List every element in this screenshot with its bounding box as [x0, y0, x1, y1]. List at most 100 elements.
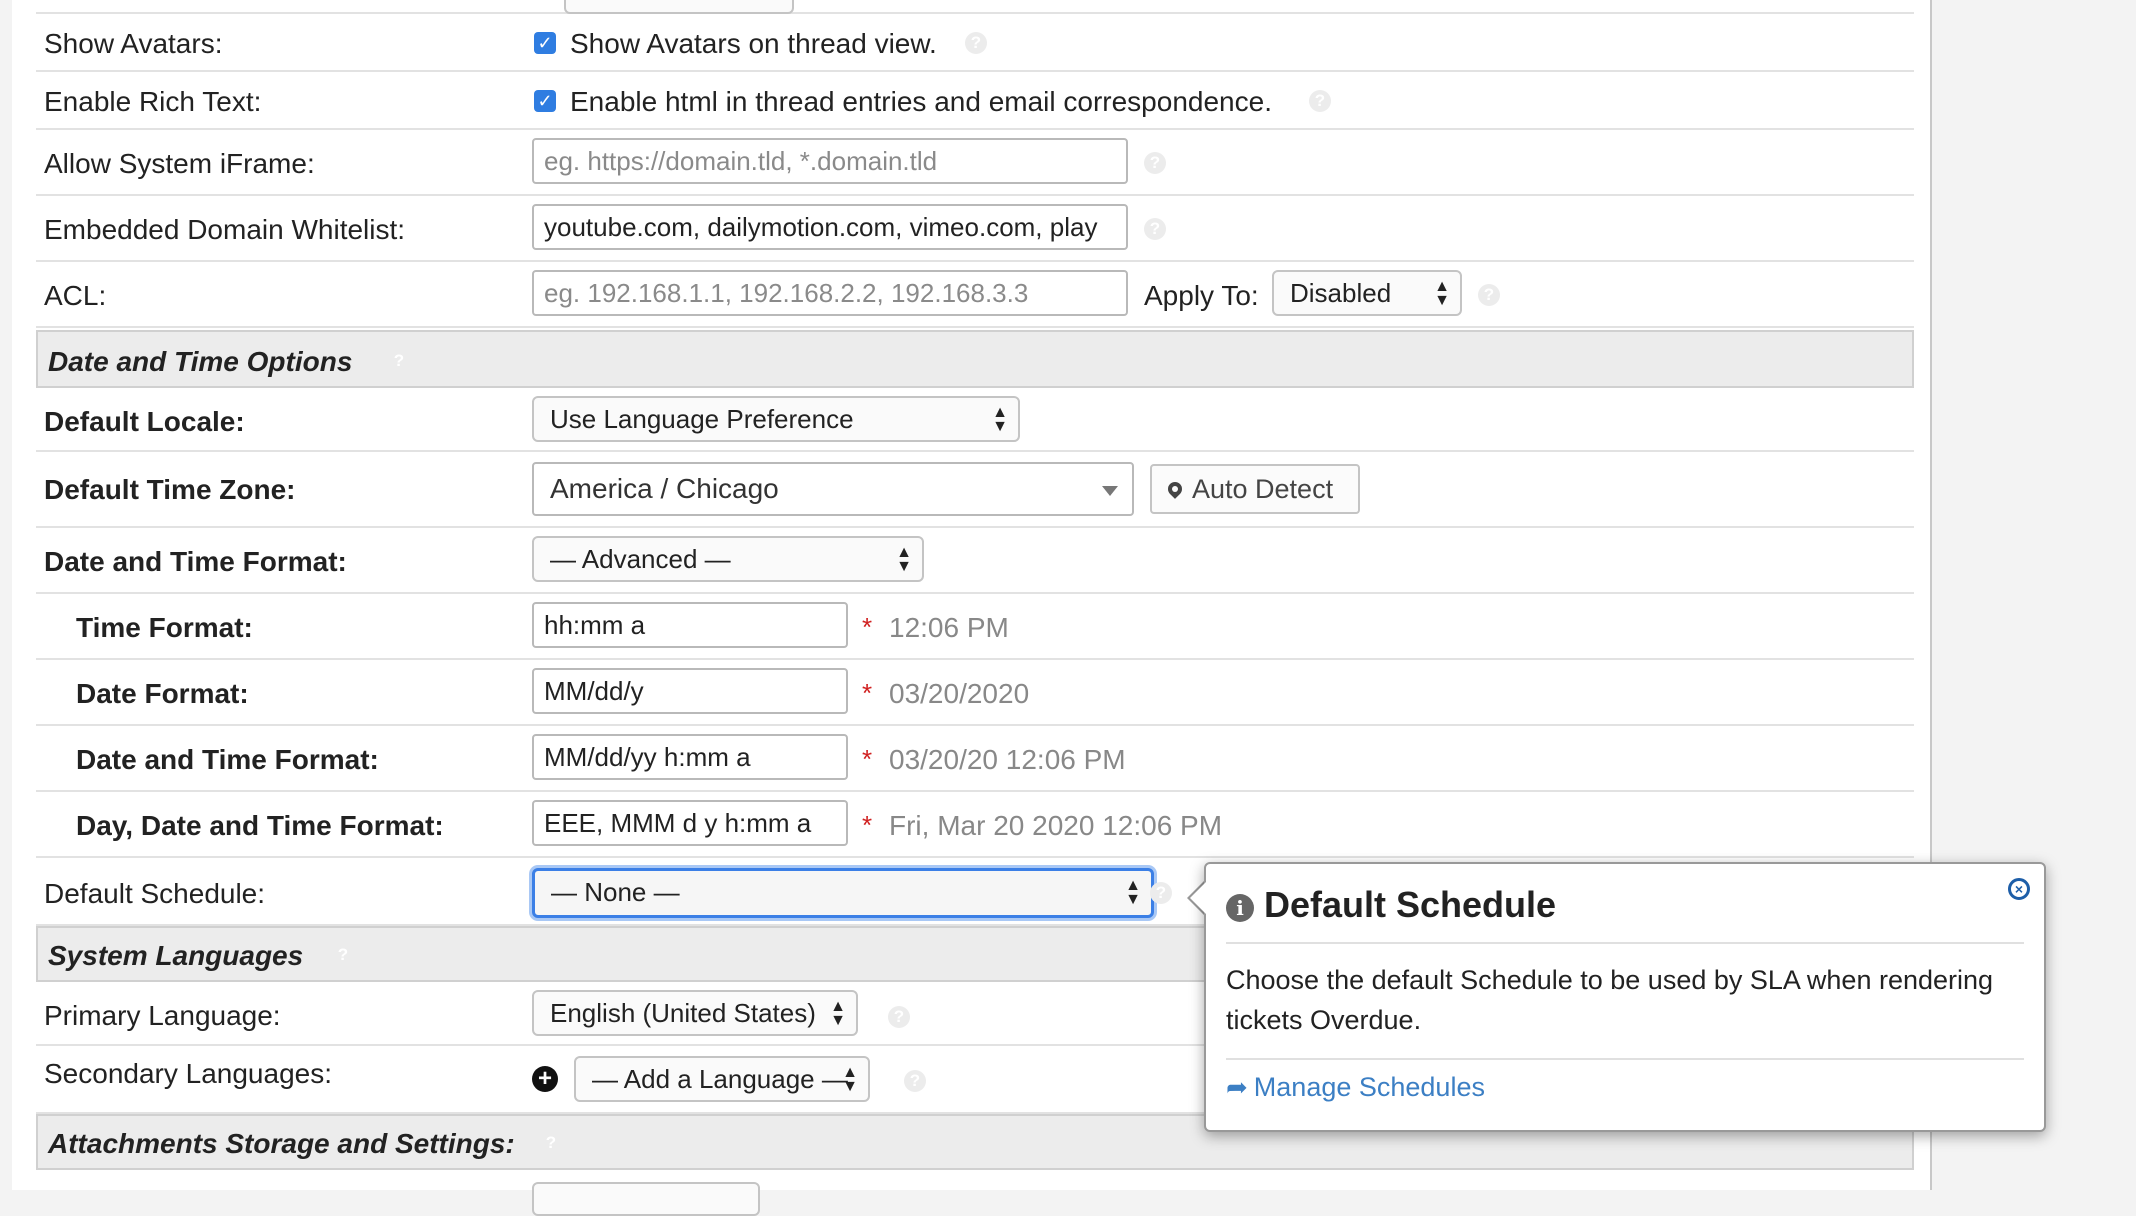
- locale-select[interactable]: Use Language Preference ▲ ▼: [532, 396, 1020, 442]
- primary-language-value: English (United States): [550, 998, 816, 1028]
- select-arrows-icon: ▲ ▼: [830, 998, 846, 1029]
- section-title: Date and Time Options: [48, 346, 353, 377]
- time-format-label: Time Format:: [76, 612, 253, 643]
- close-circle-icon[interactable]: ×: [2008, 878, 2030, 900]
- apply-to-value: Disabled: [1290, 278, 1392, 308]
- show-avatars-text: Show Avatars on thread view.: [570, 28, 937, 59]
- schedule-value: — None —: [551, 877, 680, 907]
- apply-to-select[interactable]: Disabled ▲ ▼: [1272, 270, 1462, 316]
- partial-select[interactable]: [564, 0, 794, 14]
- timezone-value: America / Chicago: [550, 473, 779, 504]
- table-row: Default Time Zone: America / Chicago Aut…: [36, 452, 1914, 528]
- help-icon[interactable]: ?: [540, 1132, 562, 1154]
- table-row: Day, Date and Time Format: EEE, MMM d y …: [36, 792, 1914, 858]
- manage-schedules-label: Manage Schedules: [1253, 1072, 1485, 1102]
- whitelist-input[interactable]: youtube.com, dailymotion.com, vimeo.com,…: [532, 204, 1128, 250]
- timezone-label: Default Time Zone:: [44, 474, 296, 505]
- map-marker-icon: [1168, 482, 1182, 500]
- table-row: ACL: eg. 192.168.1.1, 192.168.2.2, 192.1…: [36, 262, 1914, 328]
- required-mark: *: [862, 744, 873, 774]
- datetime-sub-format-input[interactable]: MM/dd/yy h:mm a: [532, 734, 848, 780]
- schedule-label: Default Schedule:: [44, 878, 266, 909]
- primary-language-label: Primary Language:: [44, 1000, 281, 1031]
- time-format-input[interactable]: hh:mm a: [532, 602, 848, 648]
- required-mark: *: [862, 678, 873, 708]
- table-row: Time Format: hh:mm a * 12:06 PM: [36, 594, 1914, 660]
- locale-value: Use Language Preference: [550, 404, 854, 434]
- table-row: Date Format: MM/dd/y * 03/20/2020: [36, 660, 1914, 726]
- rich-text-text: Enable html in thread entries and email …: [570, 86, 1272, 117]
- help-icon[interactable]: ?: [1478, 284, 1500, 306]
- select-arrows-icon: ▲ ▼: [1125, 877, 1141, 908]
- help-icon[interactable]: ?: [965, 32, 987, 54]
- select-arrows-icon: ▲ ▼: [842, 1064, 858, 1095]
- iframe-label: Allow System iFrame:: [44, 148, 315, 179]
- datetime-format-value: — Advanced —: [550, 544, 731, 574]
- schedule-select[interactable]: — None — ▲ ▼: [532, 868, 1154, 918]
- datetime-sub-format-label: Date and Time Format:: [76, 744, 379, 775]
- secondary-language-select[interactable]: — Add a Language — ▲ ▼: [574, 1056, 870, 1102]
- help-icon[interactable]: ?: [1150, 882, 1172, 904]
- divider: [1226, 1058, 2024, 1060]
- locale-label: Default Locale:: [44, 406, 245, 437]
- secondary-language-value: — Add a Language —: [592, 1064, 848, 1094]
- table-row: Date and Time Format: MM/dd/yy h:mm a * …: [36, 726, 1914, 792]
- datetime-format-label: Date and Time Format:: [44, 546, 347, 577]
- table-row: Embedded Domain Whitelist: youtube.com, …: [36, 196, 1914, 262]
- datetime-format-select[interactable]: — Advanced — ▲ ▼: [532, 536, 924, 582]
- date-format-preview: 03/20/2020: [889, 678, 1030, 709]
- auto-detect-button[interactable]: Auto Detect: [1150, 464, 1360, 514]
- primary-language-select[interactable]: English (United States) ▲ ▼: [532, 990, 858, 1036]
- help-icon[interactable]: ?: [888, 1006, 910, 1028]
- day-datetime-format-label: Day, Date and Time Format:: [76, 810, 444, 841]
- time-format-preview: 12:06 PM: [889, 612, 1009, 643]
- acl-input[interactable]: eg. 192.168.1.1, 192.168.2.2, 192.168.3.…: [532, 270, 1128, 316]
- help-icon[interactable]: ?: [1309, 90, 1331, 112]
- table-row: Date and Time Format: — Advanced — ▲ ▼: [36, 528, 1914, 594]
- select-arrows-icon: ▲ ▼: [992, 404, 1008, 435]
- table-row: Default Locale: Use Language Preference …: [36, 388, 1914, 452]
- help-icon[interactable]: ?: [1144, 152, 1166, 174]
- popup-title-text: Default Schedule: [1264, 884, 1557, 925]
- table-row-partial-bottom: [36, 1170, 1914, 1216]
- auto-detect-label: Auto Detect: [1192, 474, 1334, 504]
- acl-label: ACL:: [44, 280, 107, 311]
- table-row: Enable Rich Text: ✓ Enable html in threa…: [36, 72, 1914, 130]
- table-row: Allow System iFrame: eg. https://domain.…: [36, 130, 1914, 196]
- date-format-input[interactable]: MM/dd/y: [532, 668, 848, 714]
- section-header-date-time: Date and Time Options ?: [36, 330, 1914, 388]
- help-icon[interactable]: ?: [1144, 218, 1166, 240]
- secondary-languages-label: Secondary Languages:: [44, 1058, 332, 1089]
- help-icon[interactable]: ?: [904, 1070, 926, 1092]
- help-icon[interactable]: ?: [388, 350, 410, 372]
- table-row-partial-top: [36, 0, 1914, 14]
- required-mark: *: [862, 810, 873, 840]
- apply-to-label: Apply To:: [1144, 280, 1259, 311]
- popup-pointer-fill: [1190, 882, 1206, 914]
- iframe-input[interactable]: eg. https://domain.tld, *.domain.tld: [532, 138, 1128, 184]
- manage-schedules-link[interactable]: ➦ Manage Schedules: [1226, 1072, 1485, 1103]
- dropdown-caret-icon: [1102, 486, 1118, 496]
- divider: [1226, 942, 2024, 944]
- show-avatars-label: Show Avatars:: [44, 28, 223, 59]
- section-title: System Languages: [48, 940, 304, 971]
- section-title: Attachments Storage and Settings:: [48, 1128, 515, 1159]
- table-row: Show Avatars: ✓ Show Avatars on thread v…: [36, 14, 1914, 72]
- plus-circle-icon[interactable]: +: [532, 1066, 558, 1092]
- show-avatars-checkbox[interactable]: ✓: [534, 32, 556, 54]
- date-format-label: Date Format:: [76, 678, 249, 709]
- rich-text-checkbox[interactable]: ✓: [534, 90, 556, 112]
- share-arrow-icon: ➦: [1226, 1072, 1248, 1102]
- whitelist-label: Embedded Domain Whitelist:: [44, 214, 406, 245]
- help-icon[interactable]: ?: [332, 944, 354, 966]
- rich-text-label: Enable Rich Text:: [44, 86, 262, 117]
- select-arrows-icon: ▲ ▼: [896, 544, 912, 575]
- partial-select[interactable]: [532, 1182, 760, 1216]
- select-arrows-icon: ▲ ▼: [1434, 278, 1450, 309]
- timezone-combobox[interactable]: America / Chicago: [532, 462, 1134, 516]
- help-popup: i Default Schedule × Choose the default S…: [1204, 862, 2046, 1132]
- popup-title: i Default Schedule: [1226, 884, 1556, 926]
- required-mark: *: [862, 612, 873, 642]
- day-datetime-format-input[interactable]: EEE, MMM d y h:mm a: [532, 800, 848, 846]
- info-circle-icon: i: [1226, 894, 1254, 922]
